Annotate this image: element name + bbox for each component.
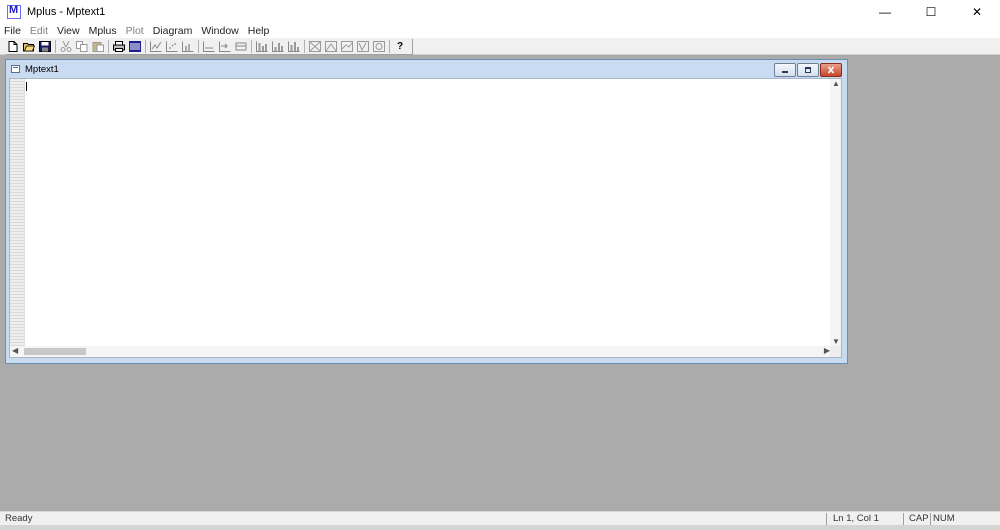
restore-icon — [805, 67, 811, 73]
status-message: Ready — [5, 513, 33, 524]
copy-icon[interactable] — [75, 40, 89, 53]
toolbar-separator — [251, 40, 252, 53]
caps-indicator: CAP — [909, 513, 929, 524]
text-editor[interactable]: ▲ ▼ ◀ ▶ — [9, 78, 842, 358]
new-document-icon[interactable] — [6, 40, 20, 53]
toolbar-separator — [198, 40, 199, 53]
menu-help[interactable]: Help — [244, 24, 275, 38]
minimize-icon — [782, 71, 788, 73]
print-icon[interactable] — [112, 40, 126, 53]
plot-histogram-icon[interactable] — [181, 40, 195, 53]
menu-file[interactable]: File — [0, 24, 26, 38]
app-title: Mplus - Mptext1 — [27, 6, 106, 18]
run-icon[interactable] — [128, 40, 142, 53]
menu-bar: File Edit View Mplus Plot Diagram Window… — [0, 24, 1000, 38]
editor-gutter — [10, 79, 25, 347]
diagram-4-icon[interactable] — [356, 40, 370, 53]
status-pane-caps: CAP — [903, 513, 931, 525]
app-title-bar[interactable]: M Mplus - Mptext1 — ☐ ✕ — [0, 0, 1000, 24]
diagram-3-icon[interactable] — [340, 40, 354, 53]
document-close-button[interactable] — [820, 63, 842, 77]
plot-estimated-icon[interactable] — [218, 40, 232, 53]
horizontal-scrollbar[interactable]: ◀ ▶ — [10, 346, 832, 357]
toolbar-separator — [55, 40, 56, 53]
plot-observed-icon[interactable] — [234, 40, 248, 53]
plot-bar-3-icon[interactable] — [287, 40, 301, 53]
status-pane-position: Ln 1, Col 1 — [826, 513, 896, 525]
size-grip[interactable] — [830, 346, 841, 357]
toolbar: ? — [0, 38, 1000, 55]
window-controls: — ☐ ✕ — [862, 0, 1000, 24]
close-button[interactable]: ✕ — [954, 0, 1000, 24]
scroll-up-icon[interactable]: ▲ — [832, 79, 840, 89]
diagram-1-icon[interactable] — [308, 40, 322, 53]
plot-line-icon[interactable] — [149, 40, 163, 53]
menu-plot[interactable]: Plot — [122, 24, 149, 38]
document-restore-button[interactable] — [797, 63, 819, 77]
menu-edit[interactable]: Edit — [26, 24, 53, 38]
save-icon[interactable] — [38, 40, 52, 53]
help-glyph: ? — [396, 41, 404, 52]
help-icon[interactable]: ? — [393, 40, 407, 53]
mplus-logo-icon: M — [7, 4, 21, 19]
cut-icon[interactable] — [59, 40, 73, 53]
close-icon — [827, 66, 835, 74]
horizontal-scroll-thumb[interactable] — [24, 348, 86, 355]
logo-letter: M — [9, 4, 19, 16]
window-bottom-edge — [0, 525, 1000, 530]
cursor-position: Ln 1, Col 1 — [833, 513, 879, 524]
menu-view[interactable]: View — [53, 24, 85, 38]
toolbar-separator — [108, 40, 109, 53]
document-icon — [11, 65, 20, 73]
toolbar-separator — [304, 40, 305, 53]
toolbar-separator — [145, 40, 146, 53]
diagram-5-icon[interactable] — [372, 40, 386, 53]
toolbar-buttons: ? — [6, 39, 413, 55]
maximize-button[interactable]: ☐ — [908, 0, 954, 24]
plot-scatter-icon[interactable] — [165, 40, 179, 53]
text-caret — [26, 82, 27, 91]
document-title: Mptext1 — [25, 64, 59, 75]
document-minimize-button[interactable] — [774, 63, 796, 77]
open-folder-icon[interactable] — [22, 40, 36, 53]
menu-window[interactable]: Window — [197, 24, 243, 38]
num-indicator: NUM — [933, 513, 955, 524]
plot-bar-icon[interactable] — [255, 40, 269, 53]
vertical-scrollbar[interactable]: ▲ ▼ — [830, 79, 841, 347]
status-pane-num: NUM — [930, 513, 970, 525]
plot-bar-2-icon[interactable] — [271, 40, 285, 53]
plot-sample-icon[interactable] — [202, 40, 216, 53]
status-bar: Ready Ln 1, Col 1 CAP NUM — [0, 511, 1000, 525]
diagram-2-icon[interactable] — [324, 40, 338, 53]
document-title-bar[interactable]: Mptext1 — [6, 60, 847, 79]
paste-icon[interactable] — [91, 40, 105, 53]
menu-mplus[interactable]: Mplus — [85, 24, 122, 38]
document-window[interactable]: Mptext1 ▲ ▼ ◀ ▶ — [5, 59, 848, 364]
minimize-button[interactable]: — — [862, 0, 908, 24]
menu-diagram[interactable]: Diagram — [149, 24, 198, 38]
toolbar-separator — [389, 40, 390, 53]
scroll-left-icon[interactable]: ◀ — [12, 346, 18, 356]
